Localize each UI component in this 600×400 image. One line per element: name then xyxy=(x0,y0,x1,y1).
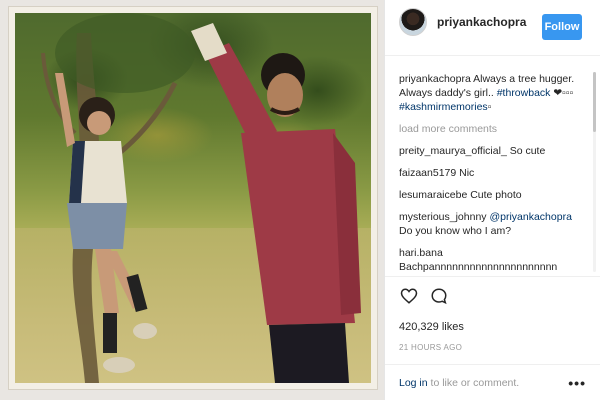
post-side-panel: priyankachopra Follow priyankachopra Alw… xyxy=(384,0,600,400)
comment-author[interactable]: faizaan5179 xyxy=(399,167,456,179)
comment-author[interactable]: hari.bana xyxy=(399,247,443,259)
caption-emoji: ❤▫▫▫ xyxy=(550,87,574,99)
avatar[interactable] xyxy=(399,8,427,36)
post-timestamp: 21 HOURS AGO xyxy=(399,343,463,352)
comment-text: Cute photo xyxy=(467,189,522,201)
comments-scrollbar-thumb[interactable] xyxy=(593,72,596,132)
post-caption: priyankachopra Always a tree hugger. Alw… xyxy=(399,72,587,114)
likes-count[interactable]: 420,329 likes xyxy=(399,321,586,333)
comment-text: Bachpannnnnnnnnnnnnnnnnnnnn xyxy=(399,261,558,273)
photo-frame xyxy=(8,6,378,390)
post-header: priyankachopra Follow xyxy=(385,0,600,56)
follow-button[interactable]: Follow xyxy=(542,14,582,40)
comment-author[interactable]: preity_maurya_official_ xyxy=(399,145,507,157)
comment-text: Nic xyxy=(456,167,475,179)
login-prompt: Log in to like or comment. xyxy=(399,377,519,389)
photo-scene xyxy=(41,13,361,383)
hashtag-kashmirmemories[interactable]: #kashmirmemories xyxy=(399,101,488,113)
comment-author[interactable]: mysterious_johnny xyxy=(399,211,487,223)
caption-trailing: ▫ xyxy=(487,101,492,113)
post-photo-pane xyxy=(0,0,384,400)
more-options-icon[interactable]: ••• xyxy=(568,375,586,391)
comment-item: hari.bana Bachpannnnnnnnnnnnnnnnnnnnn xyxy=(399,246,587,274)
post-actions: 420,329 likes 21 HOURS AGO xyxy=(385,276,600,366)
post-footer: Log in to like or comment. ••• xyxy=(385,364,600,400)
login-prompt-text: to like or comment. xyxy=(427,376,520,389)
comment-icon[interactable] xyxy=(429,286,449,306)
comments-list[interactable]: priyankachopra Always a tree hugger. Alw… xyxy=(385,62,597,274)
post-author-username[interactable]: priyankachopra xyxy=(437,15,526,29)
action-icon-row xyxy=(399,285,586,307)
comment-author[interactable]: lesumaraicebe xyxy=(399,189,467,201)
comment-item: mysterious_johnny @priyankachopra Do you… xyxy=(399,210,587,238)
comment-text: So cute xyxy=(506,145,546,157)
load-more-comments-link[interactable]: load more comments xyxy=(399,122,587,136)
heart-icon[interactable] xyxy=(399,286,419,306)
comment-mention[interactable]: @priyankachopra xyxy=(487,211,571,223)
hashtag-throwback[interactable]: #throwback xyxy=(497,87,551,99)
comment-text: Do you know who I am? xyxy=(399,225,512,237)
comment-item: preity_maurya_official_ So cute xyxy=(399,144,587,158)
post-photo[interactable] xyxy=(15,13,371,383)
comment-item: faizaan5179 Nic xyxy=(399,166,587,180)
caption-author[interactable]: priyankachopra xyxy=(399,73,471,85)
login-link[interactable]: Log in xyxy=(399,377,428,389)
comment-item: lesumaraicebe Cute photo xyxy=(399,188,587,202)
